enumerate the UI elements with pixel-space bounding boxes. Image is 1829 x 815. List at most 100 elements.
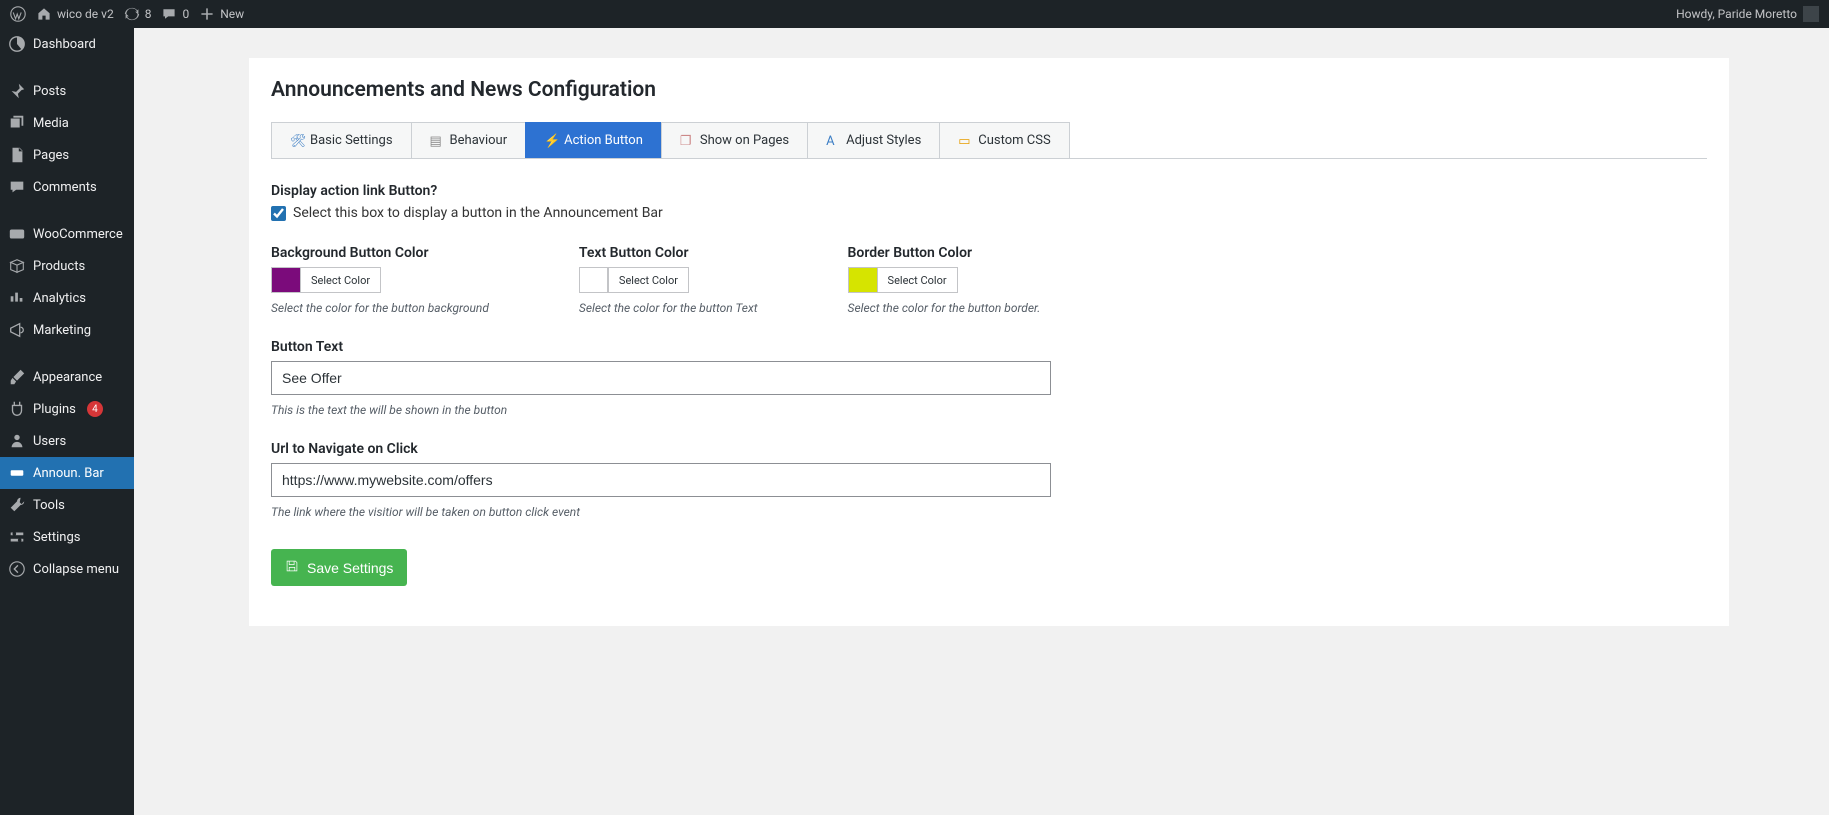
display-button-checkbox-row[interactable]: Select this box to display a button in t… xyxy=(271,205,1707,221)
admin-sidebar: Dashboard Posts Media Pages Comments Woo… xyxy=(0,28,134,815)
tools-icon: 🛠 xyxy=(290,134,304,148)
tab-label: Custom CSS xyxy=(978,133,1050,148)
wp-logo[interactable] xyxy=(10,6,26,22)
text-color-picker[interactable]: Select Color xyxy=(579,267,689,293)
collapse-icon xyxy=(8,560,26,578)
sidebar-item-tools[interactable]: Tools xyxy=(0,489,134,521)
refresh-icon xyxy=(124,6,140,22)
new-content-link[interactable]: New xyxy=(199,6,244,22)
tab-label: Action Button xyxy=(564,133,643,148)
checkbox-text: Select this box to display a button in t… xyxy=(293,205,663,221)
tab-label: Behaviour xyxy=(450,133,508,148)
sidebar-item-label: Analytics xyxy=(33,291,86,306)
tabs: 🛠 Basic Settings ▤ Behaviour ⚡ Action Bu… xyxy=(271,122,1707,159)
comment-icon xyxy=(8,178,26,196)
media-icon xyxy=(8,114,26,132)
save-button[interactable]: Save Settings xyxy=(271,549,407,586)
select-color-label: Select Color xyxy=(608,268,688,292)
site-link[interactable]: wico de v2 xyxy=(36,6,114,22)
font-icon: A xyxy=(826,134,840,148)
sidebar-item-announ-bar[interactable]: Announ. Bar xyxy=(0,457,134,489)
sidebar-item-label: Posts xyxy=(33,84,66,99)
tools-icon xyxy=(8,496,26,514)
url-hint: The link where the visitior will be take… xyxy=(271,505,1707,519)
comments-link[interactable]: 0 xyxy=(161,6,189,22)
greeting-text: Howdy, Paride Moretto xyxy=(1676,7,1797,21)
sidebar-item-label: Collapse menu xyxy=(33,562,119,577)
tab-adjust-styles[interactable]: A Adjust Styles xyxy=(807,122,940,158)
woocommerce-icon xyxy=(8,225,26,243)
pages-icon: ❐ xyxy=(680,134,694,148)
sidebar-item-label: WooCommerce xyxy=(33,227,123,242)
sidebar-item-label: Dashboard xyxy=(33,37,96,52)
button-text-label: Button Text xyxy=(271,339,1707,355)
select-color-label: Select Color xyxy=(877,268,957,292)
border-color-picker[interactable]: Select Color xyxy=(848,267,958,293)
text-color-hint: Select the color for the button Text xyxy=(579,301,758,315)
url-label: Url to Navigate on Click xyxy=(271,441,1707,457)
tab-behaviour[interactable]: ▤ Behaviour xyxy=(411,122,527,158)
tab-show-on-pages[interactable]: ❐ Show on Pages xyxy=(661,122,808,158)
sidebar-item-plugins[interactable]: Plugins 4 xyxy=(0,393,134,425)
border-color-hint: Select the color for the button border. xyxy=(848,301,1041,315)
sidebar-item-pages[interactable]: Pages xyxy=(0,139,134,171)
users-icon xyxy=(8,432,26,450)
display-button-label: Display action link Button? xyxy=(271,183,1707,199)
sidebar-item-collapse[interactable]: Collapse menu xyxy=(0,553,134,585)
sidebar-item-label: Media xyxy=(33,116,69,131)
sidebar-item-comments[interactable]: Comments xyxy=(0,171,134,203)
sidebar-item-label: Users xyxy=(33,434,66,449)
url-input[interactable] xyxy=(271,463,1051,497)
sidebar-item-label: Plugins xyxy=(33,402,76,417)
tab-action-button[interactable]: ⚡ Action Button xyxy=(525,122,662,158)
brush-icon xyxy=(8,368,26,386)
announcement-icon xyxy=(8,464,26,482)
text-color-swatch xyxy=(580,268,608,292)
sidebar-item-products[interactable]: Products xyxy=(0,250,134,282)
home-icon xyxy=(36,6,52,22)
sidebar-item-label: Comments xyxy=(33,180,97,195)
plugin-icon xyxy=(8,400,26,418)
sidebar-item-label: Products xyxy=(33,259,85,274)
plus-icon xyxy=(199,6,215,22)
updates-count: 8 xyxy=(145,7,152,21)
updates-link[interactable]: 8 xyxy=(124,6,152,22)
sidebar-item-dashboard[interactable]: Dashboard xyxy=(0,28,134,60)
site-name: wico de v2 xyxy=(57,7,114,21)
text-color-label: Text Button Color xyxy=(579,245,758,261)
sidebar-item-woocommerce[interactable]: WooCommerce xyxy=(0,218,134,250)
display-button-checkbox[interactable] xyxy=(271,206,286,221)
content-area: Announcements and News Configuration 🛠 B… xyxy=(134,28,1829,815)
save-button-label: Save Settings xyxy=(307,560,393,576)
bg-color-swatch xyxy=(272,268,300,292)
sidebar-item-marketing[interactable]: Marketing xyxy=(0,314,134,346)
sidebar-item-label: Announ. Bar xyxy=(33,466,104,481)
avatar-icon xyxy=(1803,6,1819,22)
button-text-input[interactable] xyxy=(271,361,1051,395)
sidebar-item-settings[interactable]: Settings xyxy=(0,521,134,553)
megaphone-icon xyxy=(8,321,26,339)
sidebar-item-analytics[interactable]: Analytics xyxy=(0,282,134,314)
bg-color-picker[interactable]: Select Color xyxy=(271,267,381,293)
admin-bar: wico de v2 8 0 New Howdy, Paride Moretto xyxy=(0,0,1829,28)
sidebar-item-label: Marketing xyxy=(33,323,91,338)
plugins-badge: 4 xyxy=(87,401,103,417)
window-icon: ▤ xyxy=(430,134,444,148)
select-color-label: Select Color xyxy=(300,268,380,292)
tab-basic-settings[interactable]: 🛠 Basic Settings xyxy=(271,122,412,158)
comments-count: 0 xyxy=(182,7,189,21)
sidebar-item-posts[interactable]: Posts xyxy=(0,75,134,107)
tab-custom-css[interactable]: ▭ Custom CSS xyxy=(939,122,1069,158)
wordpress-icon xyxy=(10,6,26,22)
sidebar-item-appearance[interactable]: Appearance xyxy=(0,361,134,393)
sidebar-item-media[interactable]: Media xyxy=(0,107,134,139)
pin-icon xyxy=(8,82,26,100)
sidebar-item-users[interactable]: Users xyxy=(0,425,134,457)
account-link[interactable]: Howdy, Paride Moretto xyxy=(1676,6,1819,22)
border-color-swatch xyxy=(849,268,877,292)
sidebar-item-label: Appearance xyxy=(33,370,102,385)
page-title: Announcements and News Configuration xyxy=(271,78,1707,102)
page-icon xyxy=(8,146,26,164)
settings-icon xyxy=(8,528,26,546)
bolt-icon: ⚡ xyxy=(544,134,558,148)
